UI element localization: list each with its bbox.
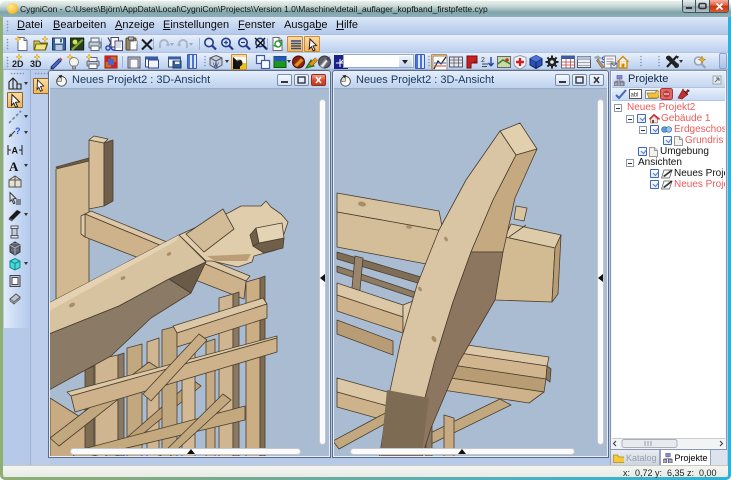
svg-text:A: A [9, 159, 19, 174]
svg-text:2: 2 [481, 57, 485, 64]
svg-text:A: A [12, 145, 19, 155]
svg-text:?: ? [15, 126, 21, 136]
svg-text:2D: 2D [12, 59, 24, 69]
svg-text:W: W [213, 63, 219, 69]
svg-text:3D: 3D [30, 59, 42, 69]
svg-text:abl: abl [631, 93, 639, 99]
